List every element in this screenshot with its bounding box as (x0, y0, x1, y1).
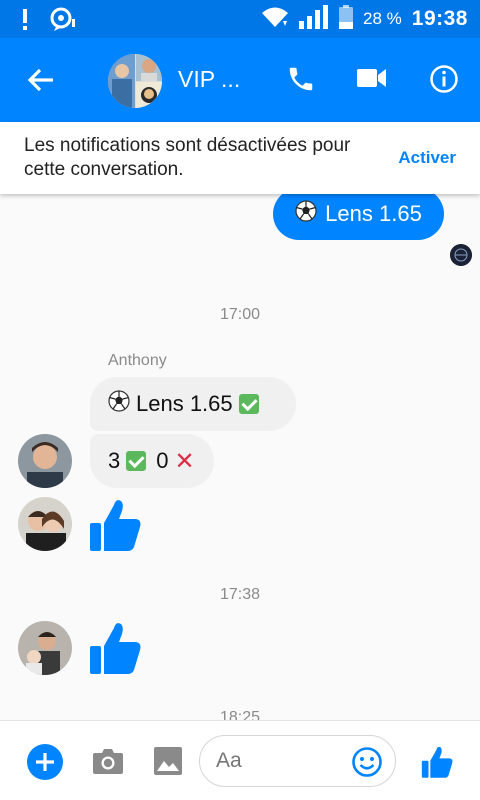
check-mark-icon (238, 394, 259, 414)
like-icon[interactable] (420, 745, 454, 784)
outgoing-message-text: Lens 1.65 (325, 201, 422, 226)
avatar[interactable] (18, 434, 72, 488)
outgoing-message[interactable]: Lens 1.65 (273, 194, 444, 240)
add-icon[interactable] (27, 744, 63, 780)
phone-icon[interactable] (286, 64, 316, 99)
check-mark-icon (126, 451, 147, 471)
timestamp: 17:00 (219, 306, 261, 323)
soccer-ball-icon (108, 390, 130, 418)
cross-mark-icon: ✕ (174, 447, 195, 475)
incoming-message[interactable]: 3 0 ✕ (90, 434, 214, 488)
signal-icon (299, 4, 329, 34)
alert-icon (20, 7, 30, 36)
battery-percent: 28 % (363, 9, 402, 28)
loss-count: 0 (156, 448, 169, 473)
conversation-header: VIP ... (0, 38, 480, 122)
timestamp: 18:25 (219, 709, 261, 720)
activate-notifications-button[interactable]: Activer (398, 148, 456, 168)
conversation-title[interactable]: VIP ... (178, 66, 240, 93)
back-arrow-icon[interactable] (26, 65, 56, 100)
gallery-icon[interactable] (153, 746, 183, 781)
clock: 19:38 (411, 7, 468, 30)
incoming-message-text: Lens 1.65 (136, 391, 233, 416)
info-icon[interactable] (429, 64, 459, 99)
like-thumb-icon[interactable] (88, 620, 142, 681)
sender-name: Anthony (108, 352, 167, 369)
video-camera-icon[interactable] (357, 67, 387, 94)
status-bar: 28 % 19:38 (0, 0, 480, 38)
avatar[interactable] (18, 497, 72, 551)
soccer-ball-icon (295, 200, 317, 228)
camera-icon[interactable] (92, 747, 124, 780)
avatar[interactable] (18, 621, 72, 675)
timestamp: 17:38 (219, 586, 261, 603)
like-thumb-icon[interactable] (88, 497, 142, 558)
win-count: 3 (108, 448, 121, 473)
group-avatar[interactable] (108, 54, 162, 108)
incoming-message[interactable]: Lens 1.65 (90, 377, 296, 431)
message-composer (0, 720, 480, 800)
wifi-icon (261, 6, 289, 33)
messenger-notification-icon (50, 7, 76, 36)
seen-receipt-avatar (450, 244, 472, 266)
banner-message: Les notifications sont désactivées pour … (24, 135, 351, 180)
battery-icon (339, 4, 354, 34)
message-list[interactable]: Lens 1.65 17:00 Anthony Lens 1.65 3 0 ✕ … (0, 194, 480, 720)
emoji-icon[interactable] (351, 746, 383, 783)
notifications-muted-banner: Les notifications sont désactivées pour … (0, 122, 480, 194)
